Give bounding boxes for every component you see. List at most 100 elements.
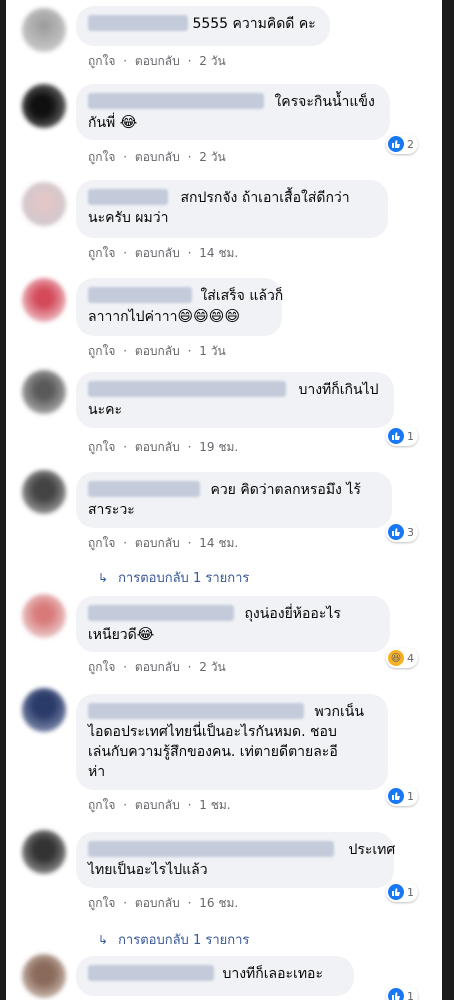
author-name-redacted[interactable] (88, 381, 286, 397)
comment-actions: ถูกใจ · ตอบกลับ · 2 วัน (88, 148, 230, 167)
comment-text: ควย คิดว่าตลกหรอมึง ไร้ (210, 482, 361, 498)
view-replies-label: การตอบกลับ 1 รายการ (118, 571, 250, 586)
reply-arrow-icon: ↳ (98, 571, 109, 585)
reaction-badge[interactable]: 3 (386, 522, 418, 542)
reaction-count: 1 (407, 989, 414, 1000)
comment-text: นะคะ (88, 402, 122, 418)
comment-text: ใส่เสร็จ แล้วก็ (200, 288, 284, 304)
comment-actions: ถูกใจ · ตอบกลับ · 14 ชม. (88, 534, 242, 553)
author-name-redacted[interactable] (88, 15, 188, 31)
view-replies-link[interactable]: ↳ การตอบกลับ 1 รายการ (98, 567, 249, 588)
separator: · (187, 660, 192, 674)
comment-text: ถุงน่องยี่ห้ออะไร (244, 606, 341, 622)
thumbs-up-icon (388, 788, 404, 804)
avatar[interactable] (22, 688, 66, 732)
like-link[interactable]: ถูกใจ (88, 246, 115, 260)
timestamp[interactable]: 14 ชม. (199, 246, 238, 260)
like-link[interactable]: ถูกใจ (88, 660, 115, 674)
reply-link[interactable]: ตอบกลับ (135, 54, 180, 68)
author-name-redacted[interactable] (88, 481, 200, 497)
comment-text: เหนียวดี (88, 627, 137, 643)
avatar[interactable] (22, 954, 66, 998)
reaction-badge[interactable]: 1 (386, 426, 418, 446)
comment-text: ประเทศ (348, 842, 396, 858)
comment-bubble: ถุงน่องยี่ห้ออะไร เหนียวดี😂 (76, 596, 390, 652)
timestamp[interactable]: 2 วัน (199, 660, 225, 674)
comment-bubble: ใส่เสร็จ แล้วก็ ลาาากไปค่าาา😄😄😄😄 (76, 278, 284, 336)
separator: · (123, 440, 128, 454)
reply-link[interactable]: ตอบกลับ (135, 798, 180, 812)
author-name-redacted[interactable] (88, 965, 214, 981)
timestamp[interactable]: 1 วัน (199, 344, 225, 358)
view-replies-link[interactable]: ↳ การตอบกลับ 1 รายการ (98, 929, 249, 950)
reply-link[interactable]: ตอบกลับ (135, 896, 180, 910)
reaction-badge[interactable]: 1 (386, 786, 418, 806)
reply-link[interactable]: ตอบกลับ (135, 536, 180, 550)
reply-link[interactable]: ตอบกลับ (135, 440, 180, 454)
reaction-badge[interactable]: 1 (386, 986, 418, 1000)
like-link[interactable]: ถูกใจ (88, 798, 115, 812)
like-link[interactable]: ถูกใจ (88, 150, 115, 164)
thumbs-up-icon (388, 136, 404, 152)
timestamp[interactable]: 14 ชม. (199, 536, 238, 550)
like-link[interactable]: ถูกใจ (88, 54, 115, 68)
thumbs-up-icon (388, 884, 404, 900)
avatar[interactable] (22, 8, 66, 52)
author-name-redacted[interactable] (88, 93, 264, 109)
author-name-redacted[interactable] (88, 703, 304, 719)
separator: · (123, 660, 128, 674)
separator: · (123, 54, 128, 68)
separator: · (187, 798, 192, 812)
avatar[interactable] (22, 182, 66, 226)
separator: · (123, 344, 128, 358)
laughing-emoji: 😂 (119, 113, 138, 131)
like-link[interactable]: ถูกใจ (88, 896, 115, 910)
comment-text: นะครับ ผมว่า (88, 210, 169, 226)
timestamp[interactable]: 1 ชม. (199, 798, 230, 812)
comment-bubble: พวกเน็น ไอดอประเทศไทยนี่เป็นอะไรกันหมด. … (76, 694, 388, 790)
comment-text: ไทยเป็นอะไรไปแล้ว (88, 862, 208, 878)
avatar[interactable] (22, 594, 66, 638)
comment-text: สกปรกจัง ถ้าเอาเสื้อใส่ดีกว่า (180, 190, 350, 206)
comment-text: บางทีก็เกินไป (298, 382, 379, 398)
avatar[interactable] (22, 470, 66, 514)
grinning-emoji: 😄😄😄😄 (177, 307, 241, 325)
separator: · (123, 798, 128, 812)
author-name-redacted[interactable] (88, 841, 334, 857)
reply-link[interactable]: ตอบกลับ (135, 660, 180, 674)
comment-text: ลาาากไปค่าาา (88, 309, 178, 325)
reply-link[interactable]: ตอบกลับ (135, 246, 180, 260)
like-link[interactable]: ถูกใจ (88, 440, 115, 454)
laughing-emoji: 😂 (136, 625, 155, 643)
avatar[interactable] (22, 830, 66, 874)
like-link[interactable]: ถูกใจ (88, 344, 115, 358)
reaction-badge[interactable]: 2 (386, 134, 418, 154)
avatar[interactable] (22, 278, 66, 322)
like-link[interactable]: ถูกใจ (88, 536, 115, 550)
timestamp[interactable]: 2 วัน (199, 150, 225, 164)
reply-link[interactable]: ตอบกลับ (135, 344, 180, 358)
separator: · (187, 344, 192, 358)
timestamp[interactable]: 16 ชม. (199, 896, 238, 910)
avatar[interactable] (22, 370, 66, 414)
separator: · (187, 896, 192, 910)
comment-bubble: ควย คิดว่าตลกหรอมึง ไร้ สาระวะ (76, 472, 392, 528)
comment-actions: ถูกใจ · ตอบกลับ · 1 ชม. (88, 796, 235, 815)
comment-text: สาระวะ (88, 502, 135, 518)
comment-actions: ถูกใจ · ตอบกลับ · 1 วัน (88, 342, 230, 361)
author-name-redacted[interactable] (88, 189, 168, 205)
reaction-badge[interactable]: 😆 4 (386, 648, 418, 668)
comment-actions: ถูกใจ · ตอบกลับ · 14 ชม. (88, 244, 242, 263)
separator: · (187, 246, 192, 260)
timestamp[interactable]: 2 วัน (199, 54, 225, 68)
avatar[interactable] (22, 84, 66, 128)
haha-icon: 😆 (388, 650, 404, 666)
reaction-badge[interactable]: 1 (386, 882, 418, 902)
comment-bubble: บางทีก็เกินไป นะคะ (76, 372, 394, 428)
author-name-redacted[interactable] (88, 605, 234, 621)
reply-arrow-icon: ↳ (98, 933, 109, 947)
timestamp[interactable]: 19 ชม. (199, 440, 238, 454)
author-name-redacted[interactable] (88, 287, 192, 303)
comment-bubble: ประเทศ ไทยเป็นอะไรไปแล้ว (76, 832, 396, 888)
reply-link[interactable]: ตอบกลับ (135, 150, 180, 164)
